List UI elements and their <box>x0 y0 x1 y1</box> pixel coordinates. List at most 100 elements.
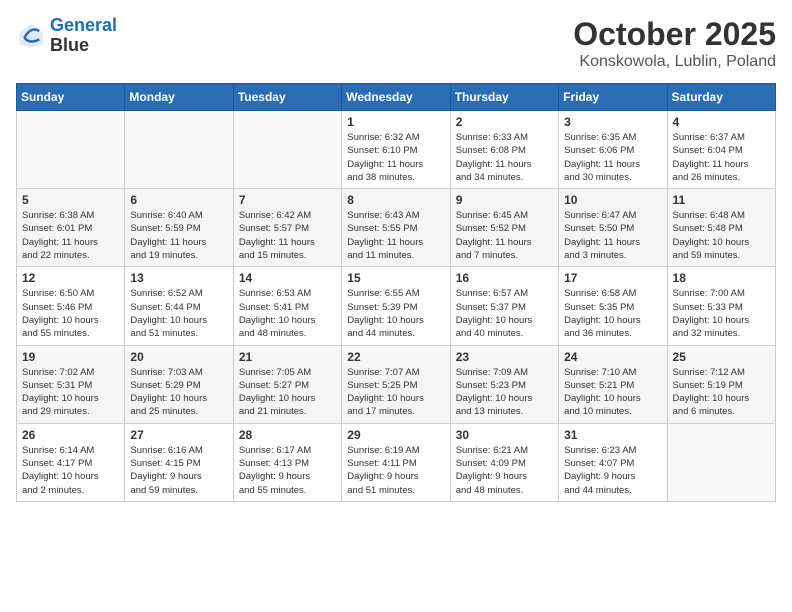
day-number: 9 <box>456 193 553 207</box>
calendar-cell <box>667 423 775 501</box>
calendar-cell: 30Sunrise: 6:21 AM Sunset: 4:09 PM Dayli… <box>450 423 558 501</box>
calendar-cell: 1Sunrise: 6:32 AM Sunset: 6:10 PM Daylig… <box>342 111 450 189</box>
day-info: Sunrise: 7:03 AM Sunset: 5:29 PM Dayligh… <box>130 366 227 419</box>
day-info: Sunrise: 6:37 AM Sunset: 6:04 PM Dayligh… <box>673 131 770 184</box>
day-info: Sunrise: 6:55 AM Sunset: 5:39 PM Dayligh… <box>347 287 444 340</box>
calendar-cell: 5 Sunrise: 6:38 AM Sunset: 6:01 PM Daylig… <box>17 189 125 267</box>
day-number: 11 <box>673 193 770 207</box>
day-number: 26 <box>22 428 119 442</box>
day-info: Sunrise: 6:19 AM Sunset: 4:11 PM Dayligh… <box>347 444 444 497</box>
day-number: 24 <box>564 350 661 364</box>
day-info: Sunrise: 6:45 AM Sunset: 5:52 PM Dayligh… <box>456 209 553 262</box>
day-number: 1 <box>347 115 444 129</box>
day-number: 27 <box>130 428 227 442</box>
calendar-cell: 8Sunrise: 6:43 AM Sunset: 5:55 PM Daylig… <box>342 189 450 267</box>
weekday-header-cell: Wednesday <box>342 84 450 111</box>
day-number: 14 <box>239 271 336 285</box>
calendar-cell: 3 Sunrise: 6:35 AM Sunset: 6:06 PM Daylig… <box>559 111 667 189</box>
calendar-cell: 22 Sunrise: 7:07 AM Sunset: 5:25 PM Dayli… <box>342 345 450 423</box>
calendar-cell: 6 Sunrise: 6:40 AM Sunset: 5:59 PM Daylig… <box>125 189 233 267</box>
calendar-cell: 7 Sunrise: 6:42 AM Sunset: 5:57 PM Daylig… <box>233 189 341 267</box>
calendar-week-row: 19 Sunrise: 7:02 AM Sunset: 5:31 PM Dayli… <box>17 345 776 423</box>
day-number: 25 <box>673 350 770 364</box>
day-number: 19 <box>22 350 119 364</box>
day-info: Sunrise: 6:23 AM Sunset: 4:07 PM Dayligh… <box>564 444 661 497</box>
day-info: Sunrise: 6:17 AM Sunset: 4:13 PM Dayligh… <box>239 444 336 497</box>
day-info: Sunrise: 6:47 AM Sunset: 5:50 PM Dayligh… <box>564 209 661 262</box>
calendar-cell: 18Sunrise: 7:00 AM Sunset: 5:33 PM Dayli… <box>667 267 775 345</box>
day-info: Sunrise: 6:42 AM Sunset: 5:57 PM Dayligh… <box>239 209 336 262</box>
month-title: October 2025 <box>573 16 776 53</box>
calendar-cell: 4 Sunrise: 6:37 AM Sunset: 6:04 PM Daylig… <box>667 111 775 189</box>
weekday-header-cell: Sunday <box>17 84 125 111</box>
calendar-week-row: 5 Sunrise: 6:38 AM Sunset: 6:01 PM Daylig… <box>17 189 776 267</box>
day-info: Sunrise: 6:14 AM Sunset: 4:17 PM Dayligh… <box>22 444 119 497</box>
day-number: 4 <box>673 115 770 129</box>
logo-text: General Blue <box>50 16 117 56</box>
calendar-cell: 26 Sunrise: 6:14 AM Sunset: 4:17 PM Dayli… <box>17 423 125 501</box>
day-info: Sunrise: 6:58 AM Sunset: 5:35 PM Dayligh… <box>564 287 661 340</box>
weekday-header-row: SundayMondayTuesdayWednesdayThursdayFrid… <box>17 84 776 111</box>
day-number: 23 <box>456 350 553 364</box>
weekday-header-cell: Monday <box>125 84 233 111</box>
day-number: 7 <box>239 193 336 207</box>
day-number: 13 <box>130 271 227 285</box>
calendar-cell: 19 Sunrise: 7:02 AM Sunset: 5:31 PM Dayli… <box>17 345 125 423</box>
day-info: Sunrise: 7:02 AM Sunset: 5:31 PM Dayligh… <box>22 366 119 419</box>
day-info: Sunrise: 7:00 AM Sunset: 5:33 PM Dayligh… <box>673 287 770 340</box>
day-info: Sunrise: 7:10 AM Sunset: 5:21 PM Dayligh… <box>564 366 661 419</box>
weekday-header-cell: Tuesday <box>233 84 341 111</box>
day-info: Sunrise: 7:09 AM Sunset: 5:23 PM Dayligh… <box>456 366 553 419</box>
day-number: 15 <box>347 271 444 285</box>
day-info: Sunrise: 6:33 AM Sunset: 6:08 PM Dayligh… <box>456 131 553 184</box>
day-number: 16 <box>456 271 553 285</box>
calendar-table: SundayMondayTuesdayWednesdayThursdayFrid… <box>16 83 776 502</box>
location: Konskowola, Lublin, Poland <box>573 53 776 71</box>
calendar-cell <box>17 111 125 189</box>
day-info: Sunrise: 6:35 AM Sunset: 6:06 PM Dayligh… <box>564 131 661 184</box>
day-number: 5 <box>22 193 119 207</box>
calendar-cell: 10Sunrise: 6:47 AM Sunset: 5:50 PM Dayli… <box>559 189 667 267</box>
calendar-cell: 14 Sunrise: 6:53 AM Sunset: 5:41 PM Dayli… <box>233 267 341 345</box>
day-info: Sunrise: 7:05 AM Sunset: 5:27 PM Dayligh… <box>239 366 336 419</box>
calendar-cell: 11 Sunrise: 6:48 AM Sunset: 5:48 PM Dayli… <box>667 189 775 267</box>
calendar-cell: 23 Sunrise: 7:09 AM Sunset: 5:23 PM Dayli… <box>450 345 558 423</box>
day-info: Sunrise: 6:52 AM Sunset: 5:44 PM Dayligh… <box>130 287 227 340</box>
day-info: Sunrise: 6:57 AM Sunset: 5:37 PM Dayligh… <box>456 287 553 340</box>
calendar-cell <box>233 111 341 189</box>
calendar-cell: 21Sunrise: 7:05 AM Sunset: 5:27 PM Dayli… <box>233 345 341 423</box>
calendar-cell: 28Sunrise: 6:17 AM Sunset: 4:13 PM Dayli… <box>233 423 341 501</box>
logo: General Blue <box>16 16 117 56</box>
calendar-cell: 20Sunrise: 7:03 AM Sunset: 5:29 PM Dayli… <box>125 345 233 423</box>
calendar-week-row: 26 Sunrise: 6:14 AM Sunset: 4:17 PM Dayli… <box>17 423 776 501</box>
day-number: 30 <box>456 428 553 442</box>
calendar-cell: 27 Sunrise: 6:16 AM Sunset: 4:15 PM Dayli… <box>125 423 233 501</box>
calendar-week-row: 12Sunrise: 6:50 AM Sunset: 5:46 PM Dayli… <box>17 267 776 345</box>
calendar-cell: 17Sunrise: 6:58 AM Sunset: 5:35 PM Dayli… <box>559 267 667 345</box>
title-block: October 2025 Konskowola, Lublin, Poland <box>573 16 776 71</box>
day-info: Sunrise: 6:48 AM Sunset: 5:48 PM Dayligh… <box>673 209 770 262</box>
day-info: Sunrise: 6:16 AM Sunset: 4:15 PM Dayligh… <box>130 444 227 497</box>
calendar-cell: 12Sunrise: 6:50 AM Sunset: 5:46 PM Dayli… <box>17 267 125 345</box>
calendar-cell: 9 Sunrise: 6:45 AM Sunset: 5:52 PM Daylig… <box>450 189 558 267</box>
calendar-week-row: 1Sunrise: 6:32 AM Sunset: 6:10 PM Daylig… <box>17 111 776 189</box>
day-number: 22 <box>347 350 444 364</box>
weekday-header-cell: Thursday <box>450 84 558 111</box>
page-header: General Blue October 2025 Konskowola, Lu… <box>16 16 776 71</box>
calendar-cell: 24 Sunrise: 7:10 AM Sunset: 5:21 PM Dayli… <box>559 345 667 423</box>
day-number: 3 <box>564 115 661 129</box>
day-info: Sunrise: 6:53 AM Sunset: 5:41 PM Dayligh… <box>239 287 336 340</box>
day-info: Sunrise: 6:38 AM Sunset: 6:01 PM Dayligh… <box>22 209 119 262</box>
day-number: 6 <box>130 193 227 207</box>
calendar-cell: 29Sunrise: 6:19 AM Sunset: 4:11 PM Dayli… <box>342 423 450 501</box>
day-info: Sunrise: 7:07 AM Sunset: 5:25 PM Dayligh… <box>347 366 444 419</box>
weekday-header-cell: Saturday <box>667 84 775 111</box>
day-number: 8 <box>347 193 444 207</box>
day-number: 31 <box>564 428 661 442</box>
calendar-cell <box>125 111 233 189</box>
calendar-cell: 2 Sunrise: 6:33 AM Sunset: 6:08 PM Daylig… <box>450 111 558 189</box>
calendar-cell: 13 Sunrise: 6:52 AM Sunset: 5:44 PM Dayli… <box>125 267 233 345</box>
day-number: 2 <box>456 115 553 129</box>
day-info: Sunrise: 6:40 AM Sunset: 5:59 PM Dayligh… <box>130 209 227 262</box>
weekday-header-cell: Friday <box>559 84 667 111</box>
